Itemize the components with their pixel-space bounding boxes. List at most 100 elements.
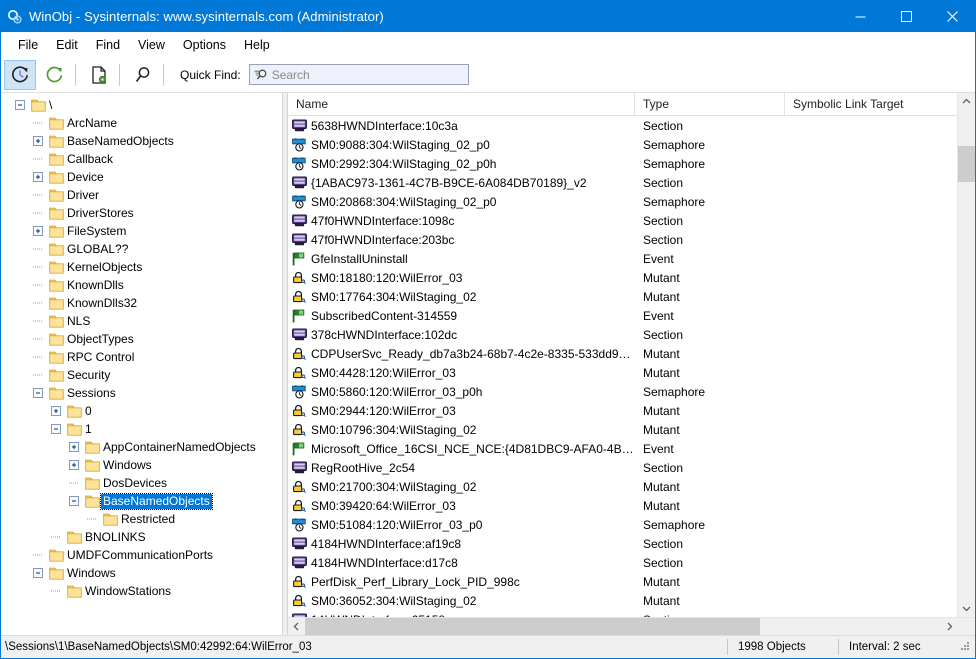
collapse-icon[interactable] <box>11 96 29 114</box>
table-row[interactable]: SM0:17764:304:WilStaging_02Mutant <box>288 287 957 306</box>
horizontal-scroll-track[interactable] <box>305 618 941 635</box>
tree-node[interactable]: Driver <box>1 186 281 204</box>
expand-icon[interactable] <box>29 222 47 240</box>
column-header-name[interactable]: Name <box>288 93 635 115</box>
tree-node[interactable]: ObjectTypes <box>1 330 281 348</box>
refresh-button[interactable] <box>39 60 71 90</box>
menu-item-options[interactable]: Options <box>174 35 235 55</box>
menu-item-find[interactable]: Find <box>87 35 129 55</box>
tree-node[interactable]: Windows <box>1 564 281 582</box>
table-row[interactable]: 4184HWNDInterface:d17c8Section <box>288 553 957 572</box>
scroll-right-icon[interactable] <box>941 618 958 635</box>
tree-node[interactable]: \ <box>1 96 281 114</box>
maximize-button[interactable] <box>883 1 929 32</box>
tree-node[interactable]: RPC Control <box>1 348 281 366</box>
tree-node[interactable]: Sessions <box>1 384 281 402</box>
properties-button[interactable] <box>83 60 115 90</box>
tree-node[interactable]: 0 <box>1 402 281 420</box>
collapse-icon[interactable] <box>29 384 47 402</box>
menu-item-edit[interactable]: Edit <box>47 35 87 55</box>
table-row[interactable]: SM0:4428:120:WilError_03Mutant <box>288 363 957 382</box>
tree-node[interactable]: DriverStores <box>1 204 281 222</box>
table-row[interactable]: GfeInstallUninstallEvent <box>288 249 957 268</box>
scroll-down-icon[interactable] <box>958 600 975 617</box>
expand-icon[interactable] <box>29 132 47 150</box>
menu-item-view[interactable]: View <box>129 35 174 55</box>
table-row[interactable]: SM0:10796:304:WilStaging_02Mutant <box>288 420 957 439</box>
tree-node[interactable]: Restricted <box>1 510 281 528</box>
expand-icon[interactable] <box>47 402 65 420</box>
scroll-left-icon[interactable] <box>288 618 305 635</box>
expand-icon[interactable] <box>65 456 83 474</box>
table-row[interactable]: SM0:5860:120:WilError_03_p0hSemaphore <box>288 382 957 401</box>
cell-name: SM0:20868:304:WilStaging_02_p0 <box>288 194 635 210</box>
list-rows[interactable]: 5638HWNDInterface:10c3aSectionSM0:9088:3… <box>288 116 957 617</box>
tree-node[interactable]: UMDFCommunicationPorts <box>1 546 281 564</box>
menu-item-file[interactable]: File <box>9 35 47 55</box>
table-row[interactable]: SM0:36052:304:WilStaging_02Mutant <box>288 591 957 610</box>
tree-node[interactable]: WindowStations <box>1 582 281 600</box>
table-row[interactable]: SM0:39420:64:WilError_03Mutant <box>288 496 957 515</box>
list-vertical-scrollbar[interactable] <box>957 93 975 617</box>
scroll-up-icon[interactable] <box>958 93 975 110</box>
auto-refresh-button[interactable] <box>4 60 36 90</box>
vertical-scroll-thumb[interactable] <box>958 146 975 182</box>
horizontal-scroll-thumb[interactable] <box>305 618 760 635</box>
table-row[interactable]: {1ABAC973-1361-4C7B-B9CE-6A084DB70189}_v… <box>288 173 957 192</box>
collapse-icon[interactable] <box>29 564 47 582</box>
expand-icon[interactable] <box>29 168 47 186</box>
tree-node[interactable]: 1 <box>1 420 281 438</box>
list-horizontal-scrollbar[interactable] <box>288 617 975 635</box>
table-row[interactable]: Microsoft_Office_16CSI_NCE_NCE:{4D81DBC9… <box>288 439 957 458</box>
table-row[interactable]: 5638HWNDInterface:10c3aSection <box>288 116 957 135</box>
table-row[interactable]: SM0:20868:304:WilStaging_02_p0Semaphore <box>288 192 957 211</box>
table-row[interactable]: SubscribedContent-314559Event <box>288 306 957 325</box>
vertical-scroll-track[interactable] <box>958 110 975 600</box>
table-row[interactable]: SM0:51084:120:WilError_03_p0Semaphore <box>288 515 957 534</box>
tree-node[interactable]: KernelObjects <box>1 258 281 276</box>
quick-find-input[interactable]: Search <box>249 64 469 85</box>
collapse-icon[interactable] <box>47 420 65 438</box>
table-row[interactable]: 4184HWNDInterface:af19c8Section <box>288 534 957 553</box>
resize-grip[interactable] <box>959 640 973 654</box>
tree-node[interactable]: AppContainerNamedObjects <box>1 438 281 456</box>
tree-node[interactable]: DosDevices <box>1 474 281 492</box>
table-row[interactable]: SM0:2992:304:WilStaging_02_p0hSemaphore <box>288 154 957 173</box>
tree-node[interactable]: FileSystem <box>1 222 281 240</box>
tree-node[interactable]: NLS <box>1 312 281 330</box>
tree-node[interactable]: KnownDlls <box>1 276 281 294</box>
column-header-symlink[interactable]: Symbolic Link Target <box>785 93 957 115</box>
tree-node[interactable]: ArcName <box>1 114 281 132</box>
tree-node[interactable]: Device <box>1 168 281 186</box>
table-row[interactable]: RegRootHive_2c54Section <box>288 458 957 477</box>
table-row[interactable]: 14HWNDInterface:25158Section <box>288 610 957 617</box>
collapse-icon[interactable] <box>65 492 83 510</box>
table-row[interactable]: SM0:2944:120:WilError_03Mutant <box>288 401 957 420</box>
tree-node[interactable]: BaseNamedObjects <box>1 132 281 150</box>
table-row[interactable]: SM0:21700:304:WilStaging_02Mutant <box>288 477 957 496</box>
object-tree[interactable]: \ArcNameBaseNamedObjectsCallbackDeviceDr… <box>1 93 282 635</box>
table-row[interactable]: CDPUserSvc_Ready_db7a3b24-68b7-4c2e-8335… <box>288 344 957 363</box>
menu-item-help[interactable]: Help <box>235 35 279 55</box>
table-row[interactable]: 378cHWNDInterface:102dcSection <box>288 325 957 344</box>
minimize-button[interactable] <box>837 1 883 32</box>
table-row[interactable]: PerfDisk_Perf_Library_Lock_PID_998cMutan… <box>288 572 957 591</box>
tree-node[interactable]: GLOBAL?? <box>1 240 281 258</box>
tree-node[interactable]: Windows <box>1 456 281 474</box>
table-row[interactable]: SM0:18180:120:WilError_03Mutant <box>288 268 957 287</box>
expand-icon[interactable] <box>65 438 83 456</box>
table-row[interactable]: 47f0HWNDInterface:203bcSection <box>288 230 957 249</box>
column-header-type[interactable]: Type <box>635 93 785 115</box>
tree-node[interactable]: Callback <box>1 150 281 168</box>
tree-node[interactable]: KnownDlls32 <box>1 294 281 312</box>
tree-node[interactable]: BNOLINKS <box>1 528 281 546</box>
table-row[interactable]: SM0:9088:304:WilStaging_02_p0Semaphore <box>288 135 957 154</box>
tree-indent <box>1 510 83 528</box>
tree-node[interactable]: BaseNamedObjects <box>1 492 281 510</box>
tree-node[interactable]: Security <box>1 366 281 384</box>
tree-indent <box>1 294 29 312</box>
find-button[interactable] <box>127 60 159 90</box>
close-button[interactable] <box>929 1 975 32</box>
table-row[interactable]: 47f0HWNDInterface:1098cSection <box>288 211 957 230</box>
tree-node-label: Security <box>65 368 112 383</box>
